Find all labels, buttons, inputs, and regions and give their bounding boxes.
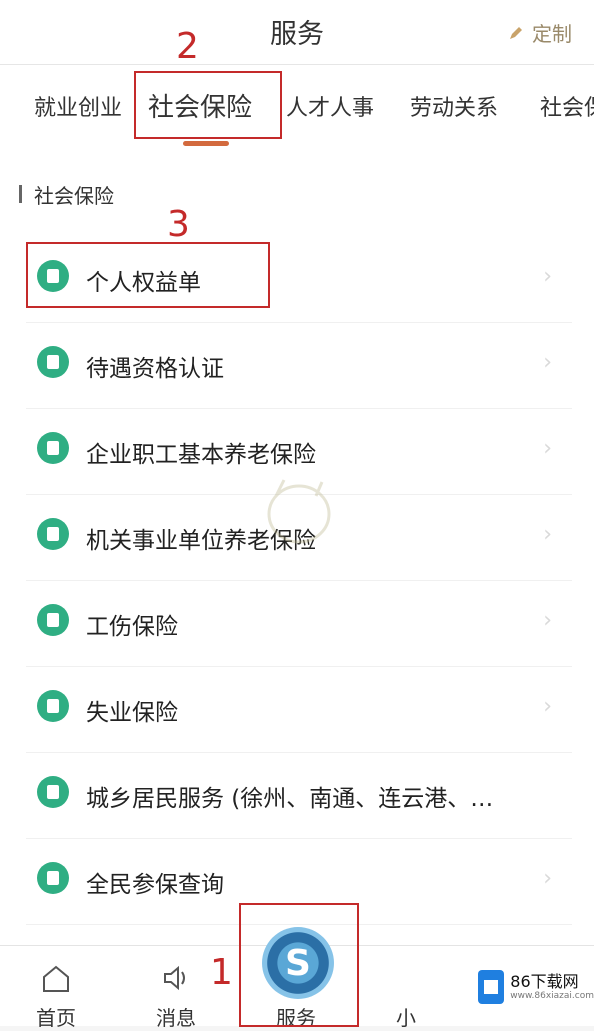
speaker-icon xyxy=(164,965,185,991)
resident-icon xyxy=(37,776,69,808)
chevron-right-icon: › xyxy=(543,436,552,461)
nav-messages-label: 消息 xyxy=(156,1006,196,1030)
list-item-qualification[interactable]: 待遇资格认证 › xyxy=(26,322,572,409)
list-item-label: 待遇资格认证 xyxy=(86,356,224,382)
brand-logo-icon xyxy=(478,970,505,1004)
chevron-right-icon: › xyxy=(543,608,552,633)
section-title: 社会保险 xyxy=(34,184,114,208)
annotation-box-1 xyxy=(239,903,359,1027)
list-item-resident-services[interactable]: 城乡居民服务 (徐州、南通、连云港、… xyxy=(26,752,572,839)
page-title: 服务 xyxy=(270,19,324,50)
brand-url: www.86xiazai.com xyxy=(510,991,594,1001)
tab-more[interactable]: 社会保 xyxy=(540,90,594,122)
query-icon xyxy=(37,862,69,894)
top-header: 服务 定制 xyxy=(0,0,594,65)
unemployment-icon xyxy=(37,690,69,722)
card-icon xyxy=(37,346,69,378)
list-item-work-injury[interactable]: 工伤保险 › xyxy=(26,580,572,667)
section-marker xyxy=(19,185,22,203)
list-item-label: 全民参保查询 xyxy=(86,872,224,898)
chevron-right-icon: › xyxy=(543,522,552,547)
annotation-box-2 xyxy=(134,71,282,139)
watermark-mascot-icon xyxy=(267,479,331,544)
chevron-right-icon: › xyxy=(543,264,552,289)
annotation-number-3: 3 xyxy=(167,204,190,245)
nav-mine-label: 小 xyxy=(396,1006,416,1030)
chevron-right-icon: › xyxy=(543,694,552,719)
list-item-label: 失业保险 xyxy=(86,700,178,726)
list-item-label: 工伤保险 xyxy=(86,614,178,640)
pencil-icon xyxy=(510,26,522,39)
annotation-number-2: 2 xyxy=(176,26,199,67)
annotation-number-1: 1 xyxy=(210,952,233,993)
tab-labor-relations[interactable]: 劳动关系 xyxy=(410,90,498,122)
active-tab-indicator xyxy=(183,141,229,146)
tab-employment[interactable]: 就业创业 xyxy=(34,90,122,122)
category-tabs: 就业创业 社会保险 人才人事 劳动关系 社会保 xyxy=(0,65,594,147)
chevron-right-icon: › xyxy=(543,350,552,375)
customize-button[interactable]: 定制 xyxy=(508,18,572,47)
list-item-label: 城乡居民服务 (徐州、南通、连云港、… xyxy=(86,786,494,812)
nav-home-label: 首页 xyxy=(36,1006,76,1030)
brand-name: 86下载网 xyxy=(510,972,579,991)
home-icon xyxy=(43,965,69,992)
list-item-unemployment[interactable]: 失业保险 › xyxy=(26,666,572,753)
pension-icon xyxy=(37,432,69,464)
brand-watermark: 86下载网 www.86xiazai.com xyxy=(478,965,594,1009)
pension-icon xyxy=(37,518,69,550)
injury-icon xyxy=(37,604,69,636)
customize-label: 定制 xyxy=(532,22,572,46)
annotation-box-3 xyxy=(26,242,270,308)
list-item-label: 企业职工基本养老保险 xyxy=(86,442,316,468)
tab-talent[interactable]: 人才人事 xyxy=(286,90,374,122)
chevron-right-icon: › xyxy=(543,866,552,891)
